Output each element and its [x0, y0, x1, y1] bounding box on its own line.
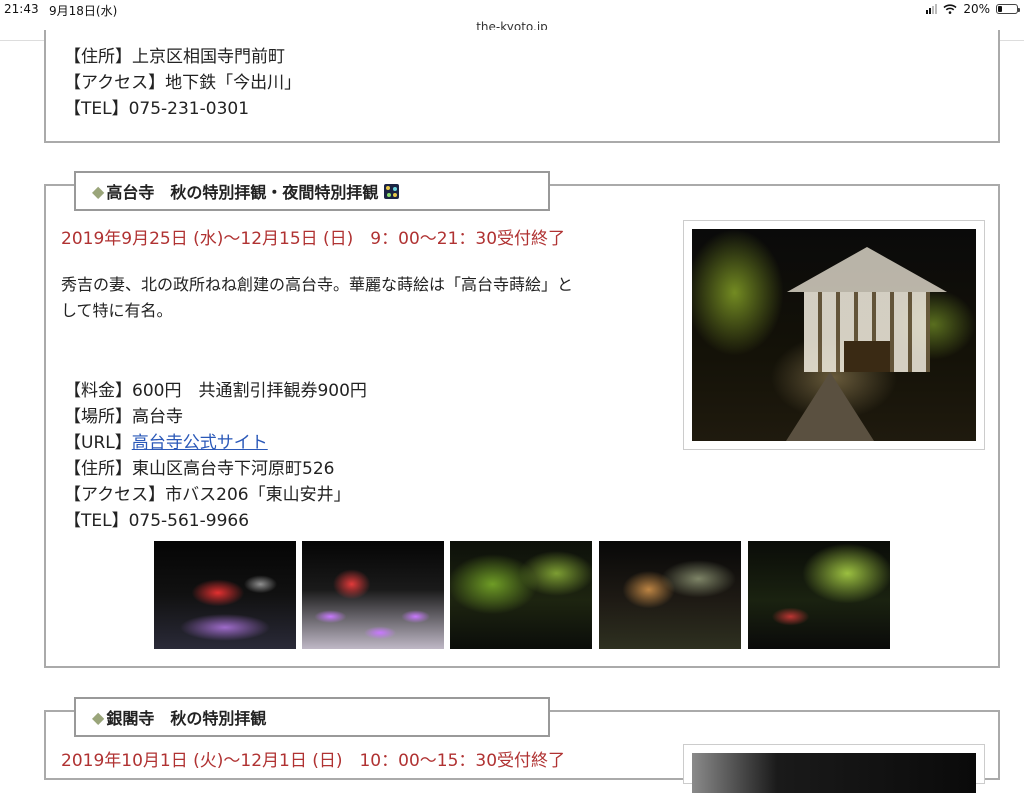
section-ginkakuji-heading: ◆ 銀閣寺 秋の特別拝観: [74, 697, 550, 737]
kodaiji-place: 【場所】高台寺: [64, 407, 183, 427]
kodaiji-main-photo[interactable]: [692, 229, 976, 441]
temple-roof-shape: [787, 247, 947, 292]
kodaiji-description-line1: 秀吉の妻、北の政所ねね創建の高台寺。華麗な蒔絵は「高台寺蒔絵」と: [61, 275, 574, 294]
kodaiji-url-label: 【URL】: [64, 433, 132, 453]
kodaiji-thumbnail-5[interactable]: [748, 541, 890, 649]
kodaiji-description: 秀吉の妻、北の政所ねね創建の高台寺。華麗な蒔絵は「高台寺蒔絵」と して特に有名。: [61, 272, 573, 324]
kodaiji-url-row: 【URL】高台寺公式サイト: [64, 428, 268, 453]
kodaiji-access: 【アクセス】市バス206「東山安井」: [64, 485, 351, 505]
kodaiji-description-line2: して特に有名。: [61, 301, 173, 320]
diamond-icon: ◆: [92, 181, 105, 201]
status-bar: 21:43 9月18日(水) 20%: [0, 0, 1024, 18]
kodaiji-official-site-link[interactable]: 高台寺公式サイト: [132, 433, 268, 453]
battery-icon: [996, 4, 1020, 14]
kodaiji-main-photo-frame: [683, 220, 985, 450]
prev-tel: 【TEL】075-231-0301: [64, 99, 250, 119]
kodaiji-thumbnail-3[interactable]: [450, 541, 592, 649]
temple-door-shape: [844, 341, 890, 372]
wifi-icon: [943, 4, 957, 14]
battery-fill: [998, 6, 1002, 12]
ginkakuji-dates: 2019年10月1日 (火)〜12月1日 (日) 10：00〜15：30受付終了: [61, 751, 566, 771]
lightup-icon: [384, 183, 400, 199]
diamond-icon: ◆: [92, 707, 105, 727]
kodaiji-tel: 【TEL】075-561-9966: [64, 511, 250, 531]
kodaiji-thumbnail-1[interactable]: [154, 541, 296, 649]
kodaiji-fee: 【料金】600円 共通割引拝観券900円: [64, 381, 367, 401]
section-ginkakuji-title: 銀閣寺 秋の特別拝観: [106, 709, 267, 728]
battery-percent: 20%: [963, 2, 990, 16]
status-indicators: 20%: [926, 2, 1020, 16]
kodaiji-address: 【住所】東山区高台寺下河原町526: [64, 459, 335, 479]
ginkakuji-photo[interactable]: [692, 753, 976, 793]
prev-access: 【アクセス】地下鉄「今出川」: [64, 73, 302, 93]
ginkakuji-photo-frame: [683, 744, 985, 793]
kodaiji-thumbnail-2[interactable]: [302, 541, 444, 649]
status-time: 21:43: [4, 2, 39, 16]
kodaiji-dates: 2019年9月25日 (水)〜12月15日 (日) 9：00〜21：30受付終了: [61, 229, 566, 249]
stone-path-shape: [786, 372, 874, 441]
prev-address: 【住所】上京区相国寺門前町: [64, 47, 285, 67]
kodaiji-thumbnail-4[interactable]: [599, 541, 741, 649]
cellular-signal-icon: [926, 4, 938, 14]
section-kodaiji-heading: ◆ 高台寺 秋の特別拝観・夜間特別拝観: [74, 171, 550, 211]
section-kodaiji-title: 高台寺 秋の特別拝観・夜間特別拝観: [106, 183, 379, 202]
status-date: 9月18日(水): [49, 4, 118, 18]
